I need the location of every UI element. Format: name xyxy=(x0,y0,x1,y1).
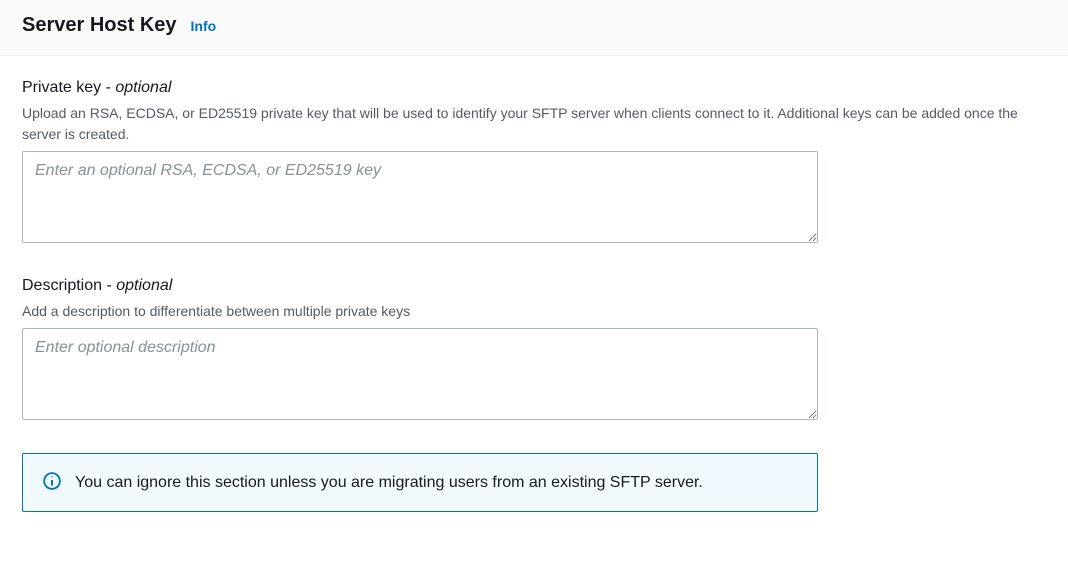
info-alert-text: You can ignore this section unless you a… xyxy=(75,470,703,496)
private-key-help: Upload an RSA, ECDSA, or ED25519 private… xyxy=(22,103,1046,145)
private-key-optional-text: optional xyxy=(115,79,171,96)
description-label-text: Description - xyxy=(22,277,116,294)
private-key-label: Private key - optional xyxy=(22,78,1046,99)
description-help: Add a description to differentiate betwe… xyxy=(22,301,1046,322)
content-area: Private key - optional Upload an RSA, EC… xyxy=(0,56,1068,534)
info-icon xyxy=(43,472,61,490)
description-field-group: Description - optional Add a description… xyxy=(22,276,1046,423)
description-label: Description - optional xyxy=(22,276,1046,297)
private-key-field-group: Private key - optional Upload an RSA, EC… xyxy=(22,78,1046,246)
description-optional-text: optional xyxy=(116,277,172,294)
private-key-input[interactable] xyxy=(22,151,818,243)
info-alert-box: You can ignore this section unless you a… xyxy=(22,453,818,513)
section-header: Server Host Key Info xyxy=(0,0,1068,56)
private-key-label-text: Private key - xyxy=(22,79,115,96)
info-link[interactable]: Info xyxy=(191,18,217,34)
section-title: Server Host Key xyxy=(22,14,177,37)
description-input[interactable] xyxy=(22,328,818,420)
